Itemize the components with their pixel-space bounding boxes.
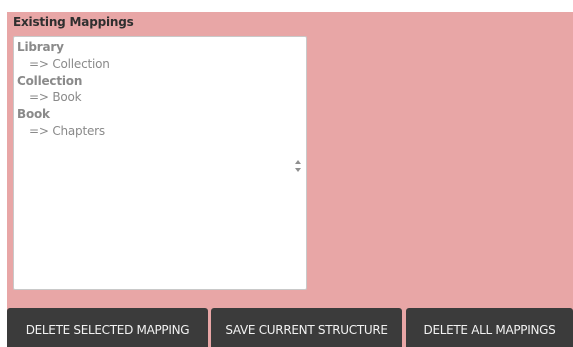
- mapping-group-label: Collection: [17, 73, 83, 88]
- mappings-list: Library => Collection Collection => Book…: [14, 37, 306, 140]
- save-current-structure-button[interactable]: SAVE CURRENT STRUCTURE: [211, 308, 402, 347]
- delete-selected-mapping-button[interactable]: DELETE SELECTED MAPPING: [7, 308, 208, 347]
- action-buttons: DELETE SELECTED MAPPING SAVE CURRENT STR…: [7, 308, 573, 347]
- mapping-group-label: Book: [17, 107, 50, 122]
- mappings-listbox[interactable]: Library => Collection Collection => Book…: [13, 36, 307, 290]
- mapping-option[interactable]: => Collection: [17, 56, 306, 73]
- up-down-arrows-icon[interactable]: [294, 158, 302, 172]
- mapping-option[interactable]: => Book: [17, 89, 306, 106]
- mapping-option[interactable]: => Chapters: [17, 123, 306, 140]
- panel-title: Existing Mappings: [13, 15, 134, 29]
- delete-all-mappings-button[interactable]: DELETE ALL MAPPINGS: [406, 308, 573, 347]
- mapping-group-label: Library: [17, 40, 64, 54]
- existing-mappings-panel: Existing Mappings Library => Collection …: [7, 12, 573, 347]
